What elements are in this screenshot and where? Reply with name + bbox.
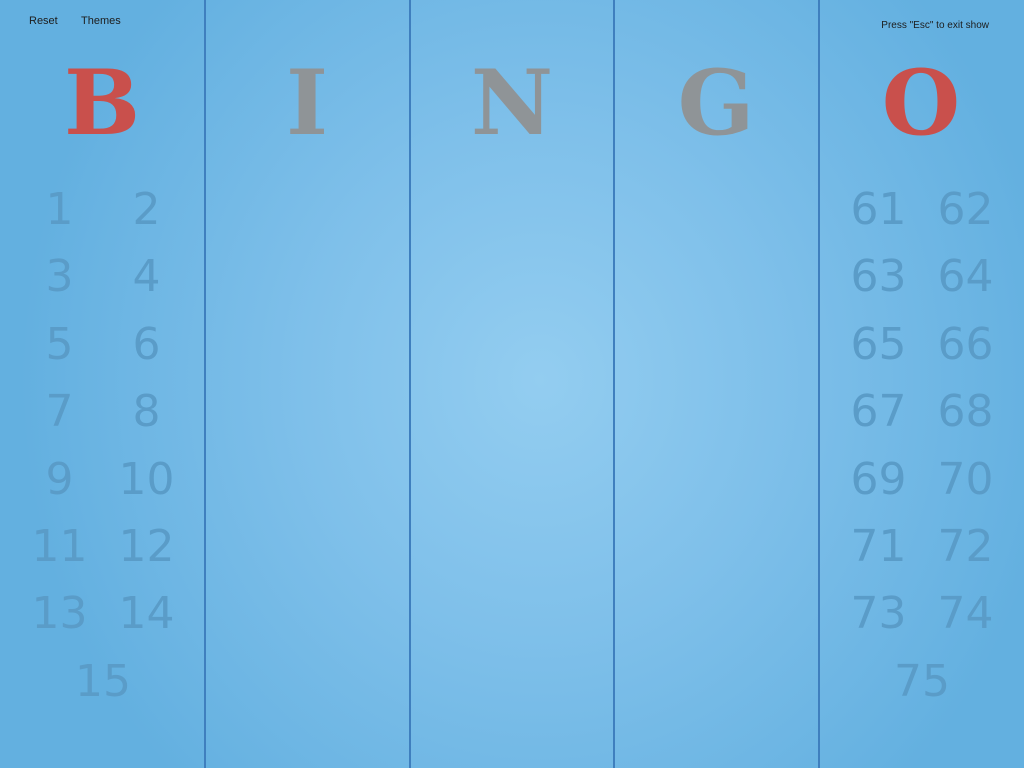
bingo-number: 10	[118, 453, 175, 505]
letter-i: I	[285, 50, 329, 156]
bingo-number: 73	[850, 588, 907, 640]
bingo-number: 4	[132, 251, 161, 303]
column-o: O 61 62 63 64 65 66 67 68 69 70 71 72 73 74 75	[819, 0, 1023, 768]
column-n: N	[410, 0, 614, 768]
bingo-number: 2	[132, 184, 161, 235]
bingo-number: 1	[45, 184, 74, 235]
bingo-number: 68	[937, 386, 994, 438]
bingo-number: 3	[45, 251, 74, 303]
numbers-o: 61 62 63 64 65 66 67 68 69 70 71 72 73 74 75	[835, 182, 1009, 721]
bingo-number: 63	[850, 251, 907, 303]
bingo-number: 74	[937, 588, 994, 640]
bingo-number: 14	[118, 588, 175, 640]
bingo-number: 7	[45, 386, 74, 438]
column-g: G	[614, 0, 818, 768]
bingo-number: 64	[937, 251, 994, 303]
numbers-b: 1 2 3 4 5 6 7 8 9 10 11 12 13 14 15	[16, 182, 190, 721]
bingo-number: 13	[31, 588, 88, 640]
bingo-number: 8	[132, 386, 161, 438]
bingo-number: 67	[850, 386, 907, 438]
bingo-number: 11	[31, 520, 88, 572]
bingo-number: 6	[132, 318, 161, 370]
bingo-number: 62	[937, 184, 994, 235]
bingo-number: 9	[45, 453, 74, 505]
letter-g: G	[677, 50, 755, 156]
letter-b: B	[63, 50, 141, 156]
bingo-number: 71	[850, 520, 907, 572]
bingo-number: 61	[850, 184, 907, 235]
bingo-number: 12	[118, 520, 175, 572]
column-b: B 1 2 3 4 5 6 7 8 9 10 11 12 13 14 15	[0, 0, 204, 768]
bingo-number: 15	[75, 655, 131, 707]
bingo-number: 75	[894, 655, 950, 707]
letter-o: O	[881, 50, 961, 156]
column-i: I	[205, 0, 409, 768]
bingo-number: 69	[850, 453, 907, 505]
bingo-number: 72	[937, 520, 994, 572]
bingo-number: 66	[937, 318, 994, 370]
bingo-number: 5	[45, 318, 74, 370]
letter-n: N	[470, 50, 554, 156]
bingo-number: 70	[937, 453, 994, 505]
bingo-number: 65	[850, 318, 907, 370]
